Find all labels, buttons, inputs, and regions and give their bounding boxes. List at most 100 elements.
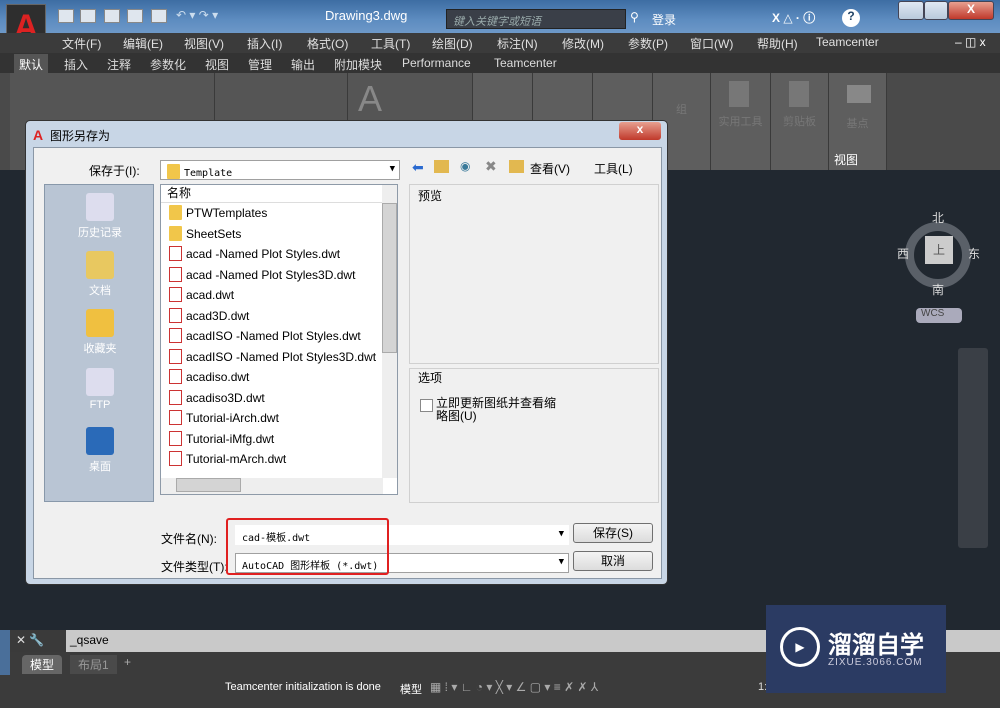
menu-draw[interactable]: 绘图(D)	[432, 35, 473, 52]
menu-edit[interactable]: 编辑(E)	[123, 35, 163, 52]
watermark: ▶ 溜溜自学 ZIXUE.3066.COM	[766, 605, 946, 693]
binoculars-icon[interactable]: ⚲	[630, 10, 639, 24]
update-thumbnail-checkbox[interactable]	[420, 399, 433, 412]
menu-format[interactable]: 格式(O)	[307, 35, 348, 52]
wcs-menu[interactable]: WCS	[916, 308, 962, 323]
view-menu[interactable]: 查看(V)	[530, 160, 570, 177]
file-item[interactable]: acad.dwt	[161, 285, 383, 306]
scrollbar-thumb[interactable]	[176, 478, 241, 492]
place-label: 历史记录	[78, 227, 122, 239]
tab-teamcenter[interactable]: Teamcenter	[494, 56, 557, 70]
new-folder-icon[interactable]	[509, 160, 524, 173]
login-button[interactable]: 登录	[652, 11, 676, 28]
tab-addins[interactable]: 附加模块	[334, 56, 382, 73]
column-header-name[interactable]: 名称	[161, 185, 383, 203]
menu-window[interactable]: 窗口(W)	[690, 35, 733, 52]
viewcube-west[interactable]: 西	[897, 245, 909, 262]
menu-tools[interactable]: 工具(T)	[371, 35, 410, 52]
tools-menu[interactable]: 工具(L)	[594, 160, 633, 177]
navigation-bar[interactable]	[958, 348, 988, 548]
search-input[interactable]: 键入关键字或短语	[446, 9, 626, 29]
menu-dimension[interactable]: 标注(N)	[497, 35, 538, 52]
maximize-button[interactable]	[924, 1, 948, 20]
command-close-icon[interactable]: ✕ 🔧	[10, 630, 66, 652]
scrollbar-thumb[interactable]	[382, 203, 397, 353]
print-icon[interactable]	[151, 9, 167, 23]
model-space-toggle[interactable]: 模型	[400, 681, 422, 697]
cancel-button[interactable]: 取消	[573, 551, 653, 571]
menu-view[interactable]: 视图(V)	[184, 35, 224, 52]
file-item[interactable]: acad -Named Plot Styles.dwt	[161, 244, 383, 265]
menu-teamcenter[interactable]: Teamcenter	[816, 35, 879, 49]
back-icon[interactable]: ⬅	[412, 159, 424, 176]
file-item[interactable]: acad -Named Plot Styles3D.dwt	[161, 265, 383, 286]
search-web-icon[interactable]: ◉	[460, 159, 470, 173]
tab-output[interactable]: 输出	[291, 56, 315, 73]
viewcube-east[interactable]: 东	[968, 245, 980, 262]
undo-icon[interactable]: ↶ ▾ ↷ ▾	[176, 8, 218, 22]
command-text[interactable]: _qsave	[70, 633, 109, 647]
place-desktop[interactable]: 桌面	[45, 427, 155, 474]
tab-view[interactable]: 视图	[205, 56, 229, 73]
chevron-down-icon: ▼	[389, 164, 395, 174]
exchange-icon[interactable]: X △ · ⓘ	[772, 9, 815, 26]
view-panel-label[interactable]: 视图	[834, 151, 858, 168]
place-ftp[interactable]: FTP	[45, 368, 155, 411]
file-item[interactable]: Tutorial-iArch.dwt	[161, 408, 383, 429]
tab-manage[interactable]: 管理	[248, 56, 272, 73]
viewcube-face[interactable]: 上	[925, 236, 953, 264]
place-documents[interactable]: 文档	[45, 251, 155, 298]
open-icon[interactable]	[80, 9, 96, 23]
file-item[interactable]: acadiso3D.dwt	[161, 388, 383, 409]
dialog-close-button[interactable]: x	[619, 122, 661, 140]
tab-default[interactable]: 默认	[14, 54, 49, 75]
file-item[interactable]: acadISO -Named Plot Styles3D.dwt	[161, 347, 383, 368]
viewcube-south[interactable]: 南	[932, 281, 944, 298]
utilities-panel[interactable]: 实用工具	[711, 73, 771, 170]
file-name: acadISO -Named Plot Styles.dwt	[186, 329, 361, 343]
tab-parametric[interactable]: 参数化	[150, 56, 186, 73]
tab-model[interactable]: 模型	[22, 655, 63, 674]
tab-performance[interactable]: Performance	[402, 56, 471, 70]
horizontal-scrollbar[interactable]	[161, 478, 383, 494]
file-item[interactable]: Tutorial-iMfg.dwt	[161, 429, 383, 450]
save-button[interactable]: 保存(S)	[573, 523, 653, 543]
file-item[interactable]: acad3D.dwt	[161, 306, 383, 327]
vertical-scrollbar[interactable]	[382, 185, 397, 478]
menu-parametric[interactable]: 参数(P)	[628, 35, 668, 52]
save-in-dropdown[interactable]: Template ▼	[160, 160, 400, 180]
add-layout-button[interactable]: +	[124, 655, 131, 669]
tab-annotate[interactable]: 注释	[107, 56, 131, 73]
tab-insert[interactable]: 插入	[64, 56, 88, 73]
file-item[interactable]: acadiso.dwt	[161, 367, 383, 388]
close-button[interactable]: X	[948, 1, 994, 20]
menu-file[interactable]: 文件(F)	[62, 35, 101, 52]
up-folder-icon[interactable]	[434, 160, 449, 173]
viewcube-north[interactable]: 北	[932, 209, 944, 226]
place-favorites[interactable]: 收藏夹	[45, 309, 155, 356]
place-label: FTP	[89, 399, 111, 411]
minimize-button[interactable]	[898, 1, 924, 20]
new-icon[interactable]	[58, 9, 74, 23]
tab-layout1[interactable]: 布局1	[70, 655, 117, 674]
clipboard-panel[interactable]: 剪贴板	[771, 73, 829, 170]
view-panel[interactable]: 基点 视图	[829, 73, 887, 170]
restore-icon[interactable]: – ◫ x	[955, 35, 986, 49]
file-item[interactable]: Tutorial-mArch.dwt	[161, 449, 383, 470]
text-icon[interactable]: A	[358, 78, 382, 120]
saveas-icon[interactable]	[127, 9, 143, 23]
file-item[interactable]: acadISO -Named Plot Styles.dwt	[161, 326, 383, 347]
place-history[interactable]: 历史记录	[45, 193, 155, 240]
menu-modify[interactable]: 修改(M)	[562, 35, 604, 52]
menu-insert[interactable]: 插入(I)	[247, 35, 282, 52]
menu-help[interactable]: 帮助(H)	[757, 35, 798, 52]
help-icon[interactable]: ?	[842, 9, 860, 27]
file-item[interactable]: SheetSets	[161, 224, 383, 245]
save-icon[interactable]	[104, 9, 120, 23]
file-item[interactable]: PTWTemplates	[161, 203, 383, 224]
update-thumbnail-label[interactable]: 立即更新图纸并查看缩略图(U)	[436, 397, 556, 423]
desktop-icon	[86, 427, 114, 455]
dwt-file-icon	[169, 451, 182, 466]
delete-icon[interactable]: ✖	[485, 158, 497, 175]
grid-icon[interactable]: ▦ ⁞ ▾ ∟ ◔ ▾ ╳ ▾ ∠ ▢ ▾ ≡ ✗ ✗ ⅄	[430, 680, 598, 694]
